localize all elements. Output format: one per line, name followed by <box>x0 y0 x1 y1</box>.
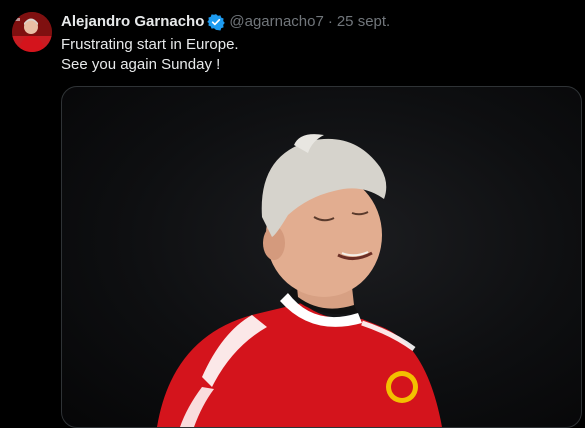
separator-dot: · <box>327 13 333 30</box>
player-photo <box>157 134 442 427</box>
tweet-date[interactable]: 25 sept. <box>337 12 390 32</box>
author-name[interactable]: Alejandro Garnacho <box>61 12 204 32</box>
tweet-text-line: See you again Sunday ! <box>61 56 221 73</box>
tweet-text-line: Frustrating start in Europe. <box>61 36 239 53</box>
author-handle[interactable]: @agarnacho7 <box>229 12 323 32</box>
tweet-photo[interactable] <box>61 86 582 428</box>
avatar[interactable] <box>12 12 52 52</box>
verified-badge-icon[interactable] <box>207 13 226 31</box>
tweet-text: Frustrating start in Europe. See you aga… <box>61 35 239 75</box>
tweet-header: Alejandro Garnacho @agarnacho7 · 25 sept… <box>61 12 390 32</box>
tweet[interactable]: Alejandro Garnacho @agarnacho7 · 25 sept… <box>0 0 585 428</box>
